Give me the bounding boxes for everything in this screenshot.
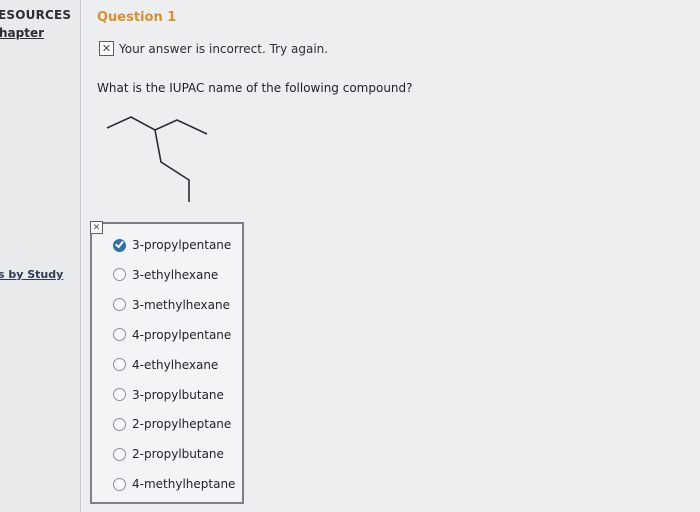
answer-option[interactable]: 3-ethylhexane: [113, 267, 218, 283]
incorrect-x-icon: ✕: [99, 41, 114, 56]
feedback-message: ✕ Your answer is incorrect. Try again.: [99, 41, 328, 56]
compound-structure-image: [106, 116, 208, 202]
answer-option[interactable]: 2-propylbutane: [113, 446, 224, 462]
answer-option-label: 4-methylheptane: [132, 477, 236, 492]
answer-option[interactable]: 3-propylbutane: [113, 387, 224, 403]
answer-option[interactable]: 3-methylhexane: [113, 297, 230, 313]
question-title: Question 1: [97, 10, 177, 25]
answer-option-label: 3-methylhexane: [132, 297, 231, 312]
question-panel: Question 1 ✕ Your answer is incorrect. T…: [81, 0, 700, 512]
answer-option-label: 4-ethylhexane: [132, 357, 219, 372]
answer-option[interactable]: 2-propylheptane: [113, 416, 231, 432]
answer-option[interactable]: 4-ethylhexane: [113, 357, 218, 373]
answer-option-label: 3-propylpentane: [132, 238, 232, 252]
left-sidebar: ESOURCES hapter s by Study: [0, 0, 81, 512]
answer-option-label: 2-propylbutane: [132, 447, 224, 462]
radio-icon[interactable]: [113, 328, 126, 342]
chapter-link[interactable]: hapter: [0, 26, 44, 40]
feedback-text: Your answer is incorrect. Try again.: [119, 41, 329, 56]
answer-option[interactable]: 3-propylpentane: [113, 237, 231, 253]
by-study-link[interactable]: s by Study: [0, 268, 63, 281]
answer-option-label: 3-propylbutane: [132, 387, 224, 402]
radio-icon[interactable]: [113, 358, 126, 372]
answer-option-label: 2-propylheptane: [132, 417, 232, 432]
radio-icon[interactable]: [113, 268, 126, 282]
radio-icon[interactable]: [113, 447, 126, 461]
radio-icon[interactable]: [113, 298, 126, 312]
answer-option[interactable]: 4-propylpentane: [113, 327, 231, 343]
answer-option-label: 3-ethylhexane: [132, 267, 219, 282]
question-prompt: What is the IUPAC name of the following …: [97, 81, 413, 95]
answer-option[interactable]: 4-methylheptane: [113, 476, 235, 492]
incorrect-marker-icon: ✕: [90, 221, 103, 234]
answer-choices-box: ✕ 3-propylpentane 3-ethylhexane 3-methylhe…: [90, 221, 244, 504]
radio-checked-icon[interactable]: [113, 238, 126, 252]
resources-heading: ESOURCES: [0, 8, 72, 22]
answer-option-label: 4-propylpentane: [132, 327, 232, 342]
radio-icon[interactable]: [113, 388, 126, 401]
radio-icon[interactable]: [113, 477, 126, 491]
radio-icon[interactable]: [113, 417, 126, 431]
